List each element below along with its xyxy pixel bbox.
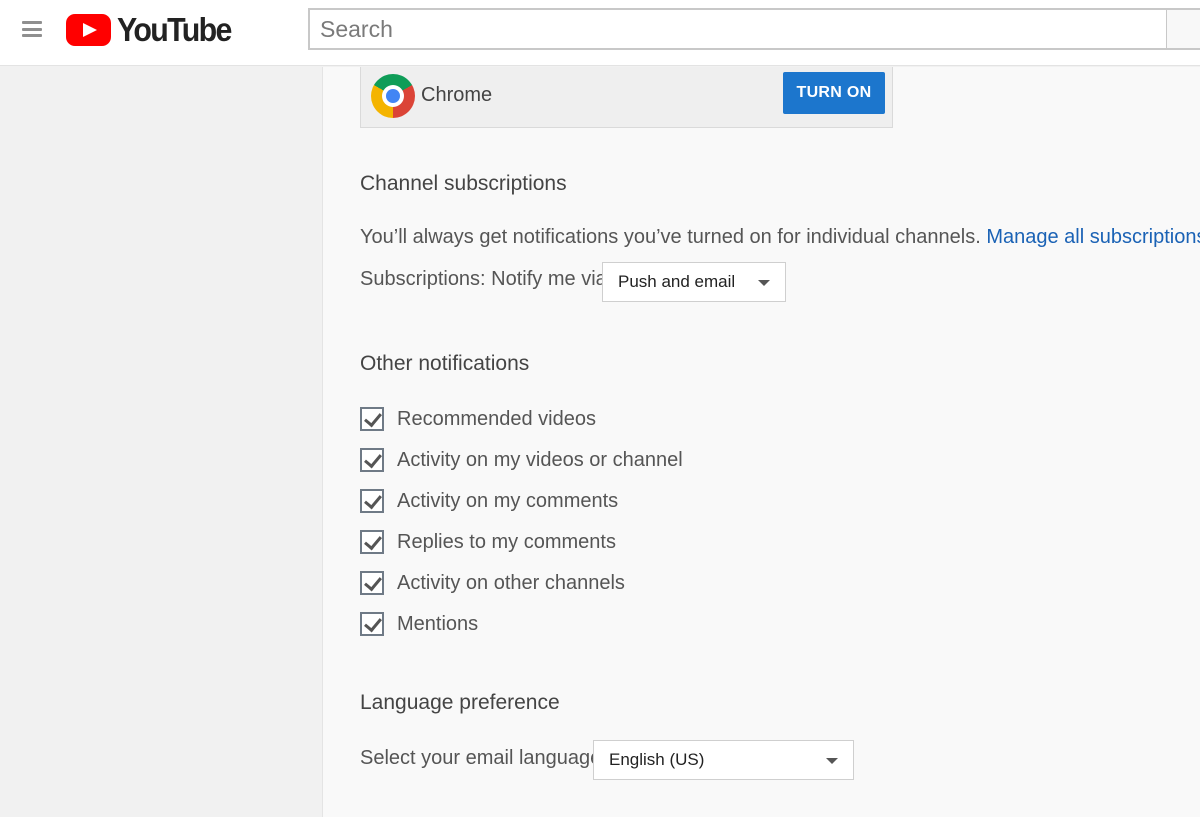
youtube-logo[interactable]: YouTube xyxy=(66,11,241,48)
option-label: Activity on my comments xyxy=(397,489,619,512)
manage-subscriptions-link[interactable]: Manage all subscriptions xyxy=(986,226,1200,248)
top-bar: YouTube xyxy=(0,0,1200,66)
device-name: Chrome xyxy=(421,84,493,106)
chrome-icon xyxy=(371,74,415,118)
notification-option: Activity on my comments xyxy=(360,489,618,513)
chevron-down-icon xyxy=(758,280,770,286)
search-input[interactable] xyxy=(308,8,1168,50)
menu-icon[interactable] xyxy=(22,21,42,37)
subscriptions-description-text: You’ll always get notifications you’ve t… xyxy=(360,226,981,248)
language-preference-heading: Language preference xyxy=(360,691,560,714)
option-label: Activity on other channels xyxy=(397,571,625,594)
activity-comments-checkbox[interactable] xyxy=(360,489,384,513)
notification-option: Replies to my comments xyxy=(360,530,616,554)
email-language-value: English (US) xyxy=(609,750,705,769)
option-label: Recommended videos xyxy=(397,407,596,430)
notification-option: Recommended videos xyxy=(360,407,596,431)
option-label: Mentions xyxy=(397,612,479,635)
search-button[interactable] xyxy=(1166,8,1200,50)
logo-text: YouTube xyxy=(117,11,232,48)
chevron-down-icon xyxy=(826,758,838,764)
activity-other-channels-checkbox[interactable] xyxy=(360,571,384,595)
option-label: Activity on my videos or channel xyxy=(397,448,683,471)
notify-via-select[interactable]: Push and email xyxy=(602,262,786,302)
left-gutter xyxy=(0,67,322,817)
play-logo-icon xyxy=(66,14,111,46)
replies-comments-checkbox[interactable] xyxy=(360,530,384,554)
push-device-row: Chrome TURN ON xyxy=(360,67,893,128)
email-language-label: Select your email language xyxy=(360,747,602,769)
recommended-videos-checkbox[interactable] xyxy=(360,407,384,431)
activity-videos-checkbox[interactable] xyxy=(360,448,384,472)
notification-option: Mentions xyxy=(360,612,478,636)
notification-option: Activity on other channels xyxy=(360,571,625,595)
email-language-select[interactable]: English (US) xyxy=(593,740,854,780)
option-label: Replies to my comments xyxy=(397,530,616,553)
notify-via-value: Push and email xyxy=(618,272,736,291)
notification-option: Activity on my videos or channel xyxy=(360,448,683,472)
other-notifications-heading: Other notifications xyxy=(360,352,530,375)
turn-on-button[interactable]: TURN ON xyxy=(783,72,885,114)
subscriptions-description: You’ll always get notifications you’ve t… xyxy=(360,226,1200,249)
channel-subscriptions-heading: Channel subscriptions xyxy=(360,172,567,195)
mentions-checkbox[interactable] xyxy=(360,612,384,636)
notify-via-label: Subscriptions: Notify me via xyxy=(360,268,607,290)
